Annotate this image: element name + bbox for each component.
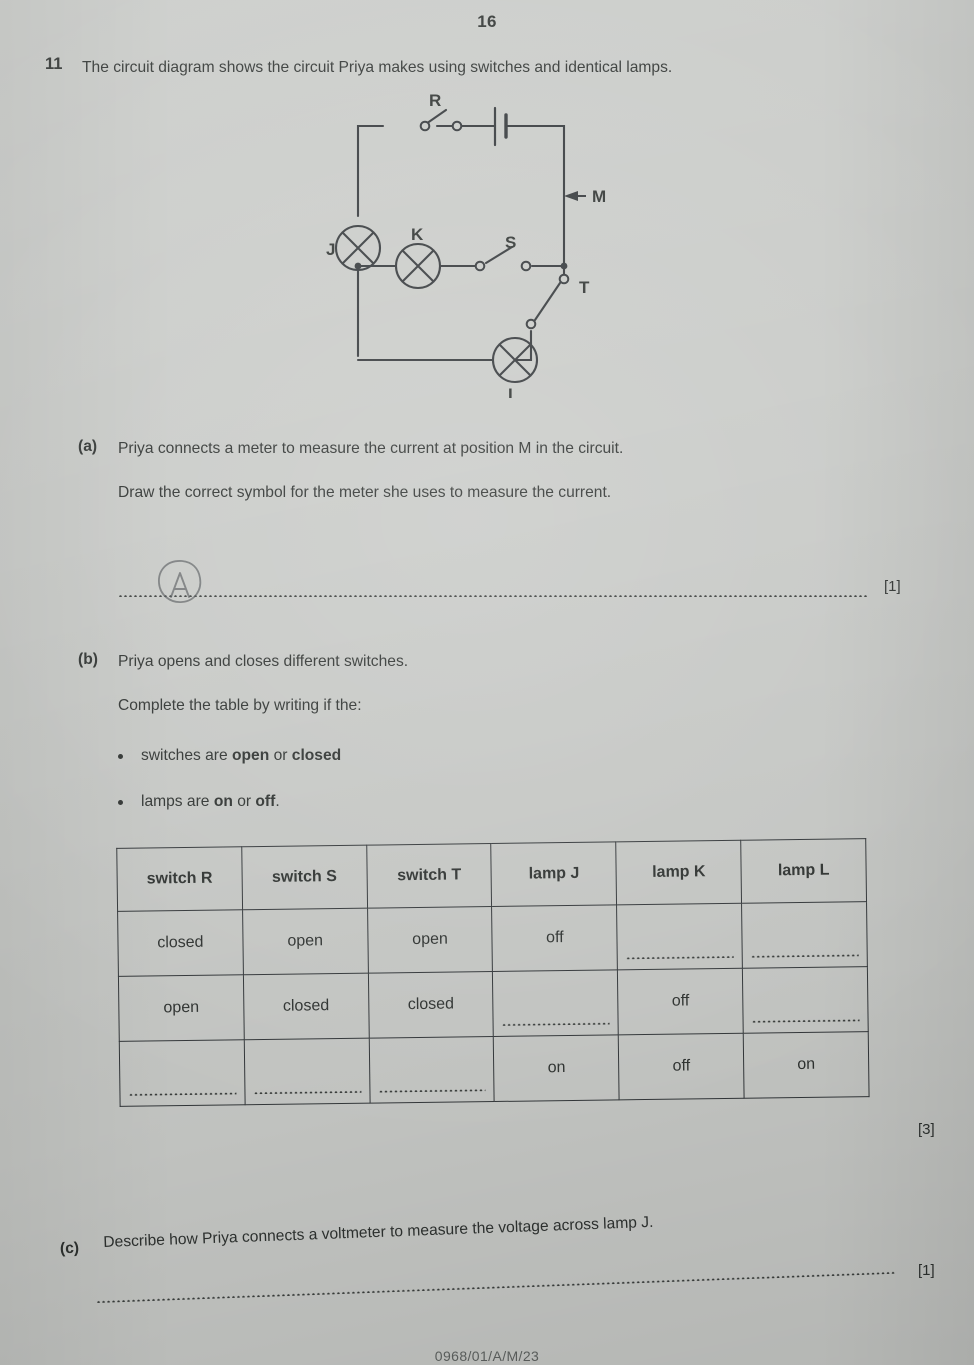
column-header-switch-r: switch R [116, 846, 243, 912]
paper-reference-code: 0968/01/A/M/23 [434, 1348, 540, 1364]
switch-lamp-table: switch R switch S switch T lamp J lamp K… [116, 838, 870, 1107]
part-a-line1: Priya connects a meter to measure the cu… [118, 440, 624, 457]
part-b-label: (b) [78, 651, 98, 668]
cell-r1-switch-r: closed [117, 909, 244, 977]
cell-r3-switch-s-blank[interactable] [244, 1038, 370, 1105]
table-row: open closed closed off [118, 966, 869, 1042]
column-header-switch-t: switch T [366, 843, 493, 909]
bullet-lamps-pre: lamps are [141, 793, 214, 810]
part-b-line2: Complete the table by writing if the: [118, 697, 362, 714]
lamp-j-label: J [326, 240, 335, 259]
lamp-l-label: L [508, 385, 518, 398]
switch-r-terminal-left [419, 120, 431, 132]
table-row: closed open open off [117, 901, 868, 977]
bullet-switches-mid: or [269, 747, 292, 764]
switch-r-terminal-right [451, 120, 463, 132]
cell-r3-lamp-j: on [493, 1034, 620, 1102]
bullet-dot-icon [118, 754, 123, 759]
cell-r1-lamp-j: off [492, 904, 618, 972]
junction-node-left [354, 262, 362, 270]
cell-r3-switch-t-blank[interactable] [368, 1036, 495, 1104]
question-number: 11 [45, 55, 63, 73]
cell-r1-lamp-l-blank[interactable] [741, 901, 868, 969]
position-m-arrow [564, 191, 586, 201]
cell-r3-lamp-l: on [743, 1031, 870, 1099]
cell-r2-switch-r: open [118, 974, 245, 1042]
part-c-marks: [1] [918, 1262, 935, 1279]
cell-r2-lamp-j-blank[interactable] [492, 969, 619, 1037]
switch-lamp-table-wrapper: switch R switch S switch T lamp J lamp K… [116, 838, 870, 1120]
cell-r2-switch-t: closed [368, 971, 494, 1039]
lamp-k-label: K [411, 225, 424, 244]
part-a-line2: Draw the correct symbol for the meter sh… [118, 484, 612, 501]
part-b-bullet-lamps: lamps are on or off. [118, 793, 280, 811]
position-m-label: M [592, 187, 606, 206]
cell-r2-lamp-k: off [617, 968, 744, 1035]
part-c-label: (c) [59, 1239, 80, 1258]
bullet-lamps-on: on [213, 793, 233, 810]
part-a-answer-line[interactable] [118, 594, 868, 597]
column-header-switch-s: switch S [241, 845, 368, 910]
wire-top-left [356, 124, 385, 218]
column-header-lamp-j: lamp J [491, 841, 617, 907]
cell-r2-switch-s: closed [243, 973, 369, 1040]
cell-r2-lamp-l-blank[interactable] [742, 966, 869, 1034]
bullet-switches-closed: closed [291, 747, 342, 764]
part-a-marks: [1] [884, 578, 901, 595]
part-b-marks: [3] [918, 1121, 935, 1138]
table-row: on off on [119, 1031, 870, 1107]
bullet-switches-open: open [232, 747, 270, 764]
junction-node-right [560, 262, 568, 270]
column-header-lamp-l: lamp L [740, 838, 867, 904]
bullet-dot-icon [118, 800, 123, 805]
column-header-lamp-k: lamp K [616, 840, 742, 905]
part-c-answer-line[interactable] [96, 1270, 896, 1303]
cell-r1-lamp-k-blank[interactable] [616, 903, 743, 970]
cell-r1-switch-t: open [367, 906, 493, 974]
cell-r3-lamp-k: off [618, 1033, 745, 1100]
switch-t-terminal-bottom [525, 318, 537, 330]
table-header-row: switch R switch S switch T lamp J lamp K… [116, 838, 867, 912]
cell-r3-switch-r-blank[interactable] [119, 1039, 245, 1107]
cell-r1-switch-s: open [242, 908, 369, 975]
switch-s-label: S [505, 233, 516, 252]
part-a-label: (a) [78, 438, 98, 455]
bullet-lamps-mid: or [232, 793, 256, 810]
part-b-line1: Priya opens and closes different switche… [118, 653, 409, 670]
question-stem: The circuit diagram shows the circuit Pr… [82, 59, 673, 76]
lamp-k-filament [401, 249, 435, 283]
page-number: 16 [477, 12, 497, 31]
switch-r-label: R [429, 91, 441, 110]
part-c-line1: Describe how Priya connects a voltmeter … [103, 1213, 654, 1251]
switch-t-blade [533, 281, 562, 322]
bullet-lamps-post: . [275, 793, 280, 810]
bullet-switches-pre: switches are [141, 747, 232, 764]
switch-t-label: T [579, 278, 590, 297]
lamp-j-filament [341, 231, 375, 265]
bullet-lamps-off: off [255, 793, 276, 810]
switch-s-terminal-right [520, 260, 532, 272]
part-b-bullet-switches: switches are open or closed [118, 747, 342, 765]
switch-t-terminal-top [558, 273, 570, 285]
ammeter-symbol-sketch [152, 556, 208, 608]
switch-s-terminal-left [474, 260, 486, 272]
circuit-diagram: R S T J K L M [320, 88, 650, 398]
